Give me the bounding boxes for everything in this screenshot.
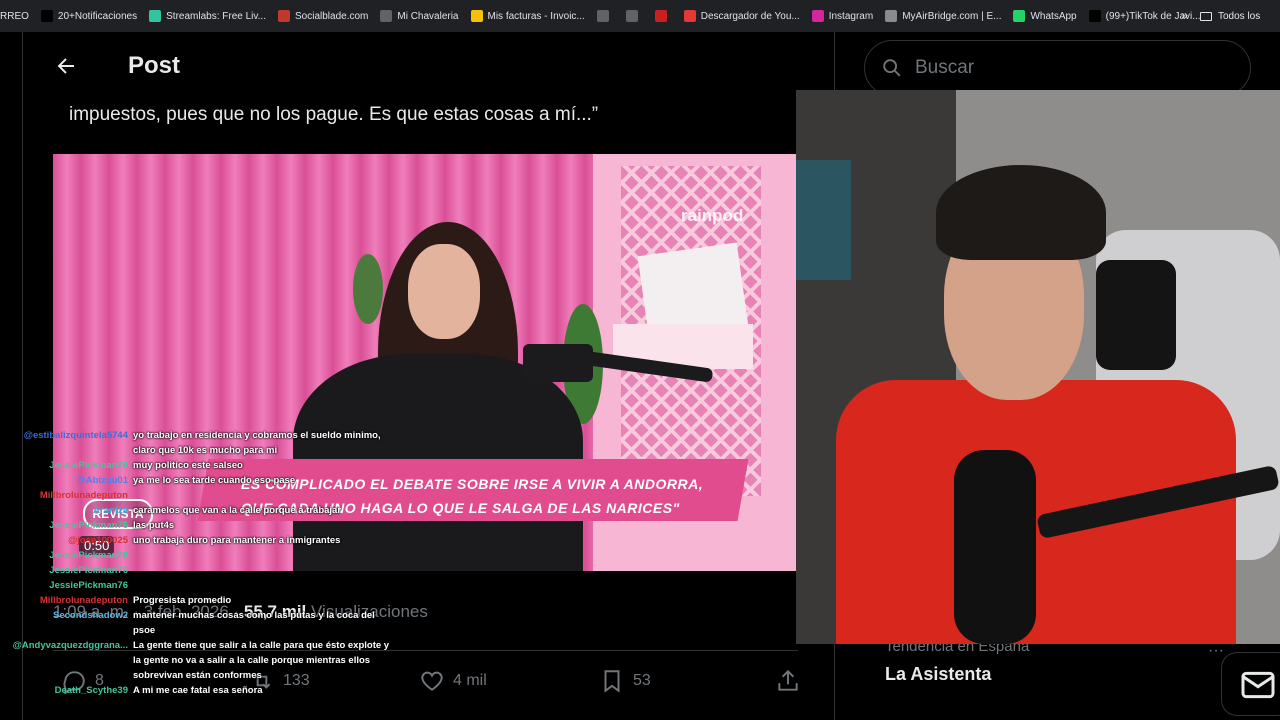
bookmark-label: Streamlabs: Free Liv... bbox=[166, 10, 266, 22]
chat-username: @jose100025 bbox=[68, 535, 128, 546]
like-button[interactable]: 4 mil bbox=[419, 668, 487, 694]
bookmark-label: Mis facturas - Invoic... bbox=[487, 10, 585, 22]
bookmark-label: Instagram bbox=[828, 10, 874, 22]
trend-name[interactable]: La Asistenta bbox=[885, 664, 991, 685]
bookmark-item[interactable]: RREO bbox=[0, 11, 29, 22]
bookmark-item[interactable]: WhatsApp bbox=[1013, 10, 1077, 22]
messages-button[interactable] bbox=[1221, 652, 1280, 716]
page-title: Post bbox=[128, 52, 181, 79]
bookmark-label: Socialblade.com bbox=[294, 10, 369, 22]
chat-text: psoe bbox=[133, 625, 156, 636]
share-icon bbox=[778, 669, 798, 691]
plant bbox=[353, 254, 383, 324]
bookmark-item[interactable] bbox=[654, 10, 672, 22]
person-face bbox=[408, 244, 480, 339]
microphone bbox=[954, 450, 1036, 644]
bookmark-item[interactable]: Mis facturas - Invoic... bbox=[470, 10, 585, 22]
trend-more-button[interactable]: ··· bbox=[1208, 642, 1224, 660]
chat-text: yo trabajo en residencia y cobramos el s… bbox=[133, 430, 381, 441]
monitor bbox=[796, 160, 851, 280]
chat-username: JessiePickman76 bbox=[49, 520, 128, 531]
cloud-icon bbox=[885, 10, 898, 22]
bookmark-item[interactable] bbox=[625, 10, 643, 22]
video-logo: rainpod bbox=[681, 206, 744, 225]
bookmark-item[interactable]: MyAirBridge.com | E... bbox=[885, 10, 1001, 22]
bookmark-count: 53 bbox=[633, 672, 651, 689]
chat-text: sobrevivan están conformes bbox=[133, 670, 262, 681]
arrow-left-icon bbox=[57, 58, 74, 74]
bookmark-item[interactable]: Socialblade.com bbox=[277, 10, 369, 22]
chat-username: Millbrolunadeputon bbox=[39, 595, 128, 606]
chat-username: Millbrolunadeputon bbox=[39, 490, 128, 501]
chat-text: claro que 10k es mucho para mi bbox=[133, 445, 278, 456]
bookmark-label: RREO bbox=[0, 10, 29, 22]
bookmark-item[interactable]: 20+Notificaciones bbox=[40, 10, 138, 22]
bookmark-item[interactable] bbox=[596, 10, 614, 22]
chat-username: @Andyvazquezdggrana... bbox=[12, 640, 128, 651]
bookmark-item[interactable]: Instagram bbox=[811, 10, 874, 22]
chart-icon bbox=[277, 10, 290, 22]
globe-icon bbox=[625, 10, 638, 22]
red-sweater bbox=[836, 380, 1236, 644]
bookmark-label: Mi Chavaleria bbox=[397, 10, 459, 22]
chat-username: Death_Scythe39 bbox=[54, 685, 128, 696]
search-box[interactable]: Buscar bbox=[864, 40, 1251, 96]
bookmark-item[interactable]: Streamlabs: Free Liv... bbox=[149, 10, 266, 22]
post-text: impuestos, pues que no los pague. Es que… bbox=[69, 104, 599, 125]
bookmark-button[interactable]: 53 bbox=[599, 668, 651, 694]
chat-text: las put4s bbox=[133, 520, 175, 531]
search-icon bbox=[883, 59, 901, 77]
all-bookmarks-button[interactable]: Todos los bbox=[1200, 0, 1280, 32]
chat-text: muy politico este salseo bbox=[133, 460, 243, 471]
bookmark-item[interactable]: Mi Chavaleria bbox=[380, 10, 459, 22]
tiktok-icon bbox=[1088, 10, 1101, 22]
bookmark-item[interactable]: Descargador de You... bbox=[683, 10, 800, 22]
bookmark-label: WhatsApp bbox=[1030, 10, 1077, 22]
bookmark-label: Descargador de You... bbox=[700, 10, 800, 22]
bookmark-label: MyAirBridge.com | E... bbox=[902, 10, 1002, 22]
streamer-hair bbox=[936, 165, 1106, 260]
chat-username: JessiePickman76 bbox=[49, 460, 128, 471]
chat-username: @estibalizquintela5744 bbox=[23, 430, 128, 441]
globe-icon bbox=[596, 10, 609, 22]
chat-text: A mi me cae fatal esa señora bbox=[133, 685, 263, 696]
like-count: 4 mil bbox=[453, 672, 487, 689]
chat-text: Progresista promedio bbox=[133, 595, 232, 606]
chat-text: ya me lo sea tarde cuando eso pase bbox=[133, 475, 296, 486]
chair-headrest bbox=[1096, 260, 1176, 370]
folder-icon bbox=[1200, 11, 1212, 21]
back-button[interactable] bbox=[54, 54, 78, 78]
streamlabs-icon bbox=[149, 10, 162, 22]
bookmarks-bar: RREO 20+Notificaciones Streamlabs: Free Li… bbox=[0, 0, 1280, 32]
download-icon bbox=[683, 10, 696, 22]
chat-username: JessiePickman76 bbox=[49, 565, 128, 576]
bookmarks-overflow-button[interactable]: » bbox=[1181, 8, 1188, 22]
red-dot-icon bbox=[654, 10, 667, 22]
instagram-icon bbox=[811, 10, 824, 22]
x-logo-icon bbox=[40, 10, 53, 22]
webcam-overlay bbox=[796, 90, 1280, 644]
chat-text: uno trabaja duro para mantener a inmigra… bbox=[133, 535, 341, 546]
chat-username: JessiePickman76 bbox=[49, 550, 128, 561]
chat-text: mantener muchas cosas como las putas y l… bbox=[133, 610, 375, 621]
mail-icon bbox=[1241, 671, 1275, 699]
invoice-icon bbox=[470, 10, 483, 22]
heart-icon bbox=[421, 671, 443, 691]
chat-text: caramelos que van a la calle porque a tr… bbox=[133, 505, 342, 516]
bookmark-label: 20+Notificaciones bbox=[57, 10, 138, 22]
chat-username: Secondshadow2 bbox=[53, 610, 128, 621]
chat-username: JessiePickman76 bbox=[49, 580, 128, 591]
all-bookmarks-label: Todos los bbox=[1218, 10, 1261, 22]
share-button[interactable] bbox=[775, 668, 809, 694]
chat-username: Arantza bbox=[93, 505, 128, 516]
chat-text: la gente no va a salir a la calle porque… bbox=[133, 655, 371, 666]
chat-text: La gente tiene que salir a la calle para… bbox=[133, 640, 390, 651]
search-input[interactable]: Buscar bbox=[915, 57, 974, 79]
stream-chat: @estibalizquintela5744 yo trabajo en resi… bbox=[0, 430, 400, 720]
chat-username: @Abizuu01 bbox=[76, 475, 129, 486]
whatsapp-icon bbox=[1013, 10, 1026, 22]
globe-icon bbox=[380, 10, 393, 22]
bookmark-icon bbox=[604, 670, 620, 693]
